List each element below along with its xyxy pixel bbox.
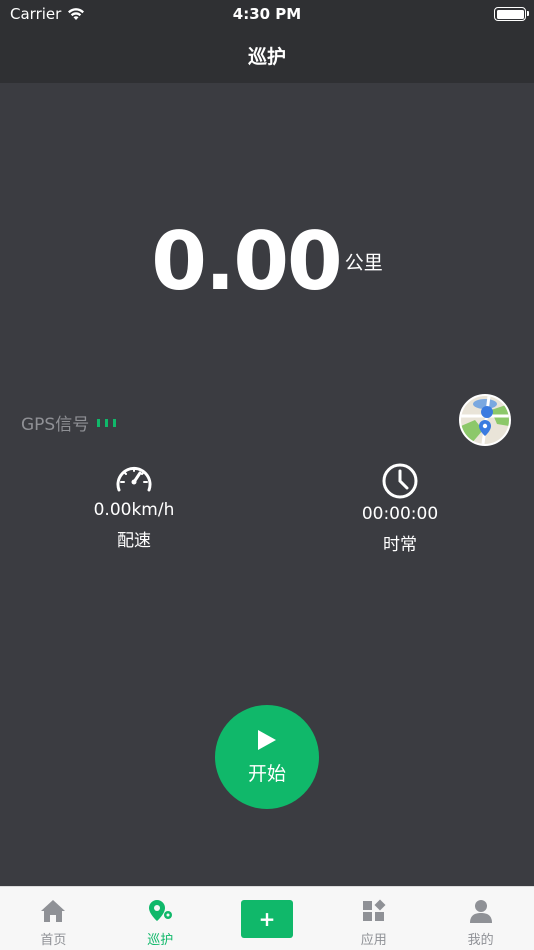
location-route-icon <box>149 900 173 921</box>
gps-label: GPS信号 <box>21 415 90 435</box>
status-bar: Carrier 4:30 PM <box>0 0 534 28</box>
tab-patrol-label: 巡护 <box>147 933 174 948</box>
distance-value: 0.00 <box>151 215 342 308</box>
plus-icon: + <box>258 907 276 931</box>
distance-unit: 公里 <box>344 252 383 274</box>
battery-icon <box>494 7 529 21</box>
tab-patrol[interactable]: 巡护 <box>107 887 214 950</box>
duration-value: 00:00:00 <box>361 504 439 524</box>
duration-label: 时常 <box>383 535 417 555</box>
page-title: 巡护 <box>247 46 286 68</box>
duration-stat: 00:00:00 时常 <box>340 462 460 555</box>
tab-home[interactable]: 首页 <box>0 887 107 950</box>
tab-mine-label: 我的 <box>467 933 494 948</box>
tab-home-label: 首页 <box>40 933 67 948</box>
navbar: 巡护 <box>0 28 534 83</box>
wifi-icon <box>68 8 85 20</box>
tab-mine[interactable]: 我的 <box>427 887 534 950</box>
status-left: Carrier <box>10 5 85 23</box>
speedometer-icon <box>116 467 152 492</box>
user-icon <box>469 900 492 923</box>
map-icon <box>461 396 509 444</box>
add-button[interactable]: + <box>240 900 293 938</box>
map-button[interactable] <box>459 394 511 446</box>
signal-bars-icon <box>97 418 117 427</box>
speed-value: 0.00km/h <box>93 500 175 520</box>
apps-grid-icon <box>362 899 386 921</box>
tab-bar: 首页 巡护 + 应用 我的 <box>0 886 534 950</box>
home-icon <box>41 900 66 922</box>
speed-label: 配速 <box>117 531 151 551</box>
clock-icon <box>382 463 418 499</box>
speed-stat: 0.00km/h 配速 <box>74 460 194 551</box>
gps-signal: GPS信号 <box>21 410 117 435</box>
tab-apps-label: 应用 <box>360 933 387 948</box>
carrier-label: Carrier <box>10 5 62 23</box>
distance-display: 0.00 公里 <box>0 212 534 312</box>
tab-apps[interactable]: 应用 <box>320 887 427 950</box>
play-icon <box>258 729 276 750</box>
tab-add[interactable]: + <box>214 887 321 950</box>
start-button[interactable]: 开始 <box>215 705 319 809</box>
start-button-label: 开始 <box>247 762 286 785</box>
